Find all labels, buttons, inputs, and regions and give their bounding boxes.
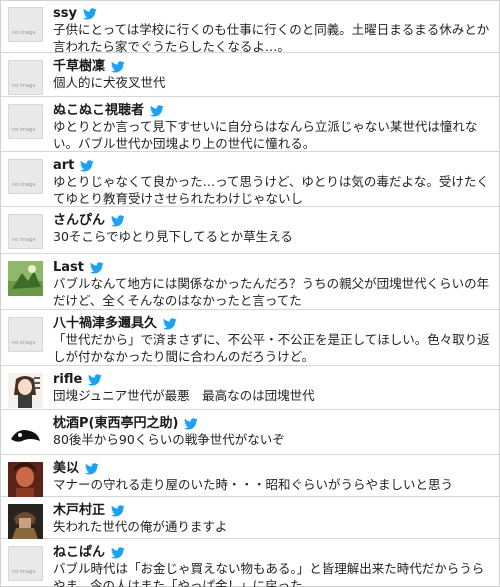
avatar[interactable]: no image (8, 7, 43, 42)
tweet-text: バブルなんて地方には関係なかったんだろ？うちの親父が団塊世代くらいの年だけど、全… (53, 276, 490, 308)
tweet-text: マナーの守れる走り屋のいた時・・・昭和ぐらいがうらやましいと思う (53, 477, 454, 492)
avatar[interactable]: no image (8, 546, 43, 581)
tweet-text: バブル時代は「お金じゃ買えない物もある。」と皆理解出来た時代だからうらやま。今の… (53, 561, 485, 587)
user-name[interactable]: ねこぱん (53, 545, 105, 561)
avatar-placeholder-text: no image (12, 569, 36, 575)
twitter-bird-icon (111, 215, 125, 227)
avatar-placeholder-text: no image (12, 83, 36, 89)
user-name[interactable]: art (53, 158, 74, 174)
tweet-text: 失われた世代の俺が通りますよ (53, 519, 228, 534)
user-name[interactable]: 枕酒P(東西亭円之助) (53, 416, 178, 432)
tweet-feed: no image ssy 子供にとっては学校に行くのも仕事に行くのと同義。土曜日… (0, 0, 500, 587)
avatar-placeholder-text: no image (12, 30, 36, 36)
user-name[interactable]: 千草樹凜 (53, 59, 105, 75)
tweet-item: no image ねこぱん バブル時代は「お金じゃ買えない物もある。」と皆理解出… (1, 540, 499, 587)
twitter-bird-icon (90, 262, 104, 274)
avatar[interactable]: no image (8, 104, 43, 139)
twitter-bird-icon (80, 160, 95, 172)
avatar-placeholder-text: no image (12, 340, 36, 346)
twitter-bird-icon (163, 318, 177, 330)
avatar-image (8, 373, 43, 408)
avatar[interactable] (8, 417, 43, 452)
twitter-bird-icon (184, 418, 199, 430)
tweet-text: 80後半から90くらいの戦争世代がないぞ (53, 432, 285, 447)
twitter-bird-icon (111, 505, 125, 517)
avatar[interactable] (8, 373, 43, 408)
avatar[interactable] (8, 261, 43, 296)
tweet-item: 美以 マナーの守れる走り屋のいた時・・・昭和ぐらいがうらやましいと思う (1, 456, 499, 497)
avatar-image (8, 504, 43, 539)
user-name[interactable]: 八十禍津多邇具久 (53, 316, 157, 332)
tweet-item: no image art ゆとりじゃなくて良かった…って思うけど、ゆとりは気の毒… (1, 153, 499, 207)
user-name[interactable]: ssy (53, 6, 77, 22)
twitter-bird-icon (111, 61, 125, 73)
avatar[interactable] (8, 504, 43, 539)
user-name[interactable]: rifle (53, 372, 82, 388)
avatar[interactable]: no image (8, 214, 43, 249)
tweet-item: 木戸村正 失われた世代の俺が通りますよ (1, 498, 499, 539)
tweet-text: ゆとりじゃなくて良かった…って思うけど、ゆとりは気の毒だよな。受けたくてゆとり教… (53, 174, 489, 206)
avatar[interactable]: no image (8, 60, 43, 95)
tweet-item: no image さんぴん 30そこらでゆとり見下してるとか草生える (1, 208, 499, 254)
twitter-bird-icon (82, 8, 97, 20)
user-name[interactable]: ぬこぬこ視聴者 (53, 103, 144, 119)
twitter-bird-icon (111, 547, 125, 559)
tweet-item: no image ぬこぬこ視聴者 ゆとりとか言って見下すせいに自分らはなんら立派… (1, 98, 499, 152)
tweet-text: 30そこらでゆとり見下してるとか草生える (53, 229, 293, 244)
avatar-placeholder-text: no image (12, 237, 36, 243)
tweet-item: 枕酒P(東西亭円之助) 80後半から90くらいの戦争世代がないぞ (1, 411, 499, 455)
avatar[interactable]: no image (8, 159, 43, 194)
user-name[interactable]: 美以 (53, 461, 79, 477)
tweet-text: 子供にとっては学校に行くのも仕事に行くのと同義。土曜日まるまる休みとか言われたら… (53, 22, 490, 54)
tweet-text: 団塊ジュニア世代が最悪 最高なのは団塊世代 (53, 388, 315, 403)
avatar[interactable] (8, 462, 43, 497)
tweet-text: 個人的に犬夜叉世代 (53, 75, 166, 90)
twitter-bird-icon (88, 374, 103, 386)
tweet-item: Last バブルなんて地方には関係なかったんだろ？うちの親父が団塊世代くらいの年… (1, 255, 499, 310)
tweet-item: no image 千草樹凜 個人的に犬夜叉世代 (1, 54, 499, 97)
avatar-placeholder-text: no image (12, 182, 36, 188)
tweet-text: ゆとりとか言って見下すせいに自分らはなんら立派じゃない某世代は憧れない。バブル世… (53, 119, 478, 151)
avatar-image (8, 417, 43, 452)
tweet-text: 「世代だから」で済まさずに、不公平・不公正を是正してほしい。色々取り返しが付かな… (53, 332, 490, 364)
twitter-bird-icon (85, 463, 99, 475)
tweet-item: rifle 団塊ジュニア世代が最悪 最高なのは団塊世代 (1, 367, 499, 410)
user-name[interactable]: さんぴん (53, 213, 105, 229)
avatar[interactable]: no image (8, 317, 43, 352)
tweet-item: no image ssy 子供にとっては学校に行くのも仕事に行くのと同義。土曜日… (1, 1, 499, 54)
avatar-placeholder-text: no image (12, 127, 36, 133)
twitter-bird-icon (150, 105, 164, 117)
avatar-image (8, 462, 43, 497)
avatar-image (8, 261, 43, 296)
user-name[interactable]: Last (53, 260, 84, 276)
tweet-item: no image 八十禍津多邇具久 「世代だから」で済まさずに、不公平・不公正を… (1, 311, 499, 366)
user-name[interactable]: 木戸村正 (53, 503, 105, 519)
